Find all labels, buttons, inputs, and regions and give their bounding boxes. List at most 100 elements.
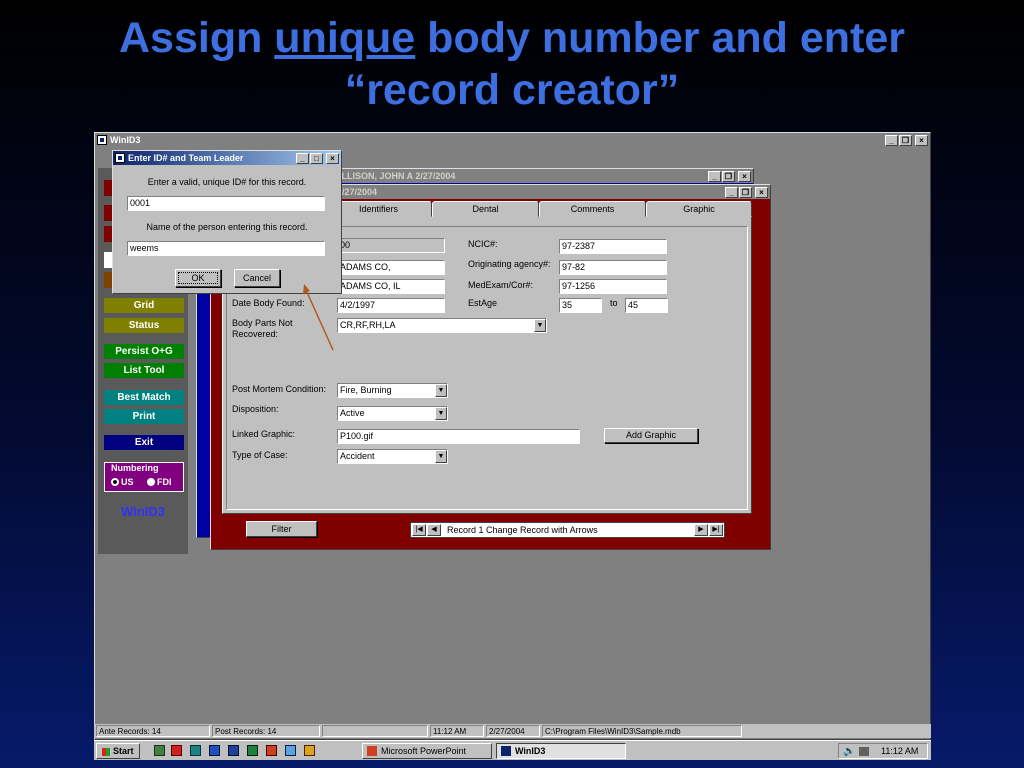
windows-logo-icon — [102, 747, 111, 756]
start-button[interactable]: Start — [96, 743, 140, 759]
ncic-label: NCIC#: — [468, 239, 498, 249]
post-records-status: Post Records: 14 — [212, 725, 320, 737]
grid-button[interactable]: Grid — [104, 298, 184, 313]
title-underlined: unique — [274, 14, 416, 62]
disposition-combo[interactable]: Active ▼ — [337, 406, 448, 421]
title-text: Assign — [118, 14, 275, 62]
dialog-minimize-button[interactable]: _ — [296, 152, 309, 164]
filter-button[interactable]: Filter — [246, 521, 317, 537]
orig-agency-label: Originating agency#: — [468, 259, 551, 269]
back-restore-button[interactable]: ❐ — [722, 170, 735, 182]
print-button[interactable]: Print — [104, 409, 184, 424]
type-of-case-combo[interactable]: Accident ▼ — [337, 449, 448, 464]
list-tool-button[interactable]: List Tool — [104, 363, 184, 378]
record-restore-button[interactable]: ❐ — [739, 186, 752, 198]
quick-launch-media-icon[interactable] — [304, 745, 315, 756]
estage-from-field[interactable]: 35 — [559, 298, 602, 313]
record-window-title: 2/27/2004 — [337, 187, 378, 197]
pm-condition-combo[interactable]: Fire, Burning ▼ — [337, 383, 448, 398]
name-field[interactable]: ADAMS CO, — [337, 260, 445, 275]
record-minimize-button[interactable]: _ — [725, 186, 738, 198]
best-match-button[interactable]: Best Match — [104, 390, 184, 405]
back-close-button[interactable]: × — [738, 170, 751, 182]
close-button[interactable]: × — [915, 134, 928, 146]
dropdown-arrow-icon[interactable]: ▼ — [435, 384, 447, 397]
dialog-titlebar: Enter ID# and Team Leader _ □ × — [113, 151, 341, 165]
linked-graphic-field[interactable]: P100.gif — [337, 429, 580, 444]
medexam-label: MedExam/Cor#: — [468, 280, 534, 290]
tray-clock: 11:12 AM — [881, 746, 919, 756]
last-record-icon[interactable]: ▶| — [709, 524, 723, 536]
slide-title: Assign unique body number and enter “rec… — [0, 12, 1024, 116]
dialog-name-input[interactable]: weems — [127, 241, 325, 256]
volume-icon[interactable]: 🔈 — [843, 746, 855, 757]
numbering-fdi-radio[interactable]: FDI — [147, 477, 172, 487]
status-bar: Ante Records: 14 Post Records: 14 11:12 … — [94, 724, 931, 738]
dialog-ok-button[interactable]: OK — [175, 269, 221, 287]
medexam-field[interactable]: 97-1256 — [559, 279, 667, 294]
date-body-found-field[interactable]: 4/2/1997 — [337, 298, 445, 313]
dialog-id-prompt: Enter a valid, unique ID# for this recor… — [147, 177, 307, 187]
body-parts-combo[interactable]: CR,RF,RH,LA ▼ — [337, 318, 547, 333]
path-status: C:\Program Files\WinID3\Sample.mdb — [542, 725, 742, 737]
nav-text: Record 1 Change Record with Arrows — [447, 525, 598, 535]
quick-launch-app-icon[interactable] — [285, 745, 296, 756]
next-record-icon[interactable]: ▶ — [694, 524, 708, 536]
pm-condition-value: Fire, Burning — [340, 385, 392, 395]
quick-launch-powerpoint-icon[interactable] — [266, 745, 277, 756]
quick-launch-word-icon[interactable] — [228, 745, 239, 756]
winid3-app-icon — [115, 153, 125, 163]
estage-label: EstAge — [468, 298, 498, 308]
orig-agency-field[interactable]: 97-82 — [559, 260, 667, 275]
tab-comments[interactable]: Comments — [539, 201, 646, 217]
system-tray: 🔈 11:12 AM — [838, 743, 928, 759]
dialog-id-input[interactable]: 0001 — [127, 196, 325, 211]
numbering-us-radio[interactable]: US — [111, 477, 134, 487]
minimize-button[interactable]: _ — [885, 134, 898, 146]
record-close-button[interactable]: × — [755, 186, 768, 198]
dialog-name-prompt: Name of the person entering this record. — [146, 222, 308, 232]
ante-records-status: Ante Records: 14 — [96, 725, 210, 737]
quick-launch-acrobat-icon[interactable] — [171, 745, 182, 756]
quick-launch-excel-icon[interactable] — [247, 745, 258, 756]
winid3-app-icon — [97, 135, 107, 145]
restore-button[interactable]: ❐ — [899, 134, 912, 146]
taskbar: Start Microsoft PowerPoint WinID3 🔈 11:1… — [94, 740, 931, 760]
exit-button[interactable]: Exit — [104, 435, 184, 450]
dropdown-arrow-icon[interactable]: ▼ — [435, 450, 447, 463]
task-powerpoint[interactable]: Microsoft PowerPoint — [362, 743, 492, 759]
ncic-field[interactable]: 97-2387 — [559, 239, 667, 254]
add-graphic-button[interactable]: Add Graphic — [604, 428, 698, 443]
task-powerpoint-label: Microsoft PowerPoint — [381, 746, 467, 756]
first-record-icon[interactable]: |◀ — [412, 524, 426, 536]
network-icon[interactable] — [859, 747, 869, 756]
title-line-2: “record creator” — [344, 66, 680, 114]
quick-launch-desktop-icon[interactable] — [154, 745, 165, 756]
dropdown-arrow-icon[interactable]: ▼ — [534, 319, 546, 332]
persist-og-button[interactable]: Persist O+G — [104, 344, 184, 359]
body-parts-label: Body Parts Not Recovered: — [232, 318, 293, 339]
empty-status-cell — [322, 725, 428, 737]
dialog-title: Enter ID# and Team Leader — [128, 153, 244, 163]
quick-launch-publisher-icon[interactable] — [190, 745, 201, 756]
status-button[interactable]: Status — [104, 318, 184, 333]
dialog-maximize-button[interactable]: □ — [310, 152, 323, 164]
record-id-field[interactable]: 00 — [337, 238, 445, 253]
task-winid3[interactable]: WinID3 — [496, 743, 626, 759]
record-navigator: |◀ ◀ Record 1 Change Record with Arrows … — [410, 522, 725, 538]
tab-graphic[interactable]: Graphic — [646, 201, 752, 217]
location-field[interactable]: ADAMS CO, IL — [337, 279, 445, 294]
radio-unselected-icon — [147, 478, 155, 486]
type-of-case-value: Accident — [340, 451, 375, 461]
estage-to-label: to — [610, 298, 618, 308]
pm-condition-label: Post Mortem Condition: — [232, 384, 327, 394]
tab-dental[interactable]: Dental — [432, 201, 539, 217]
dialog-close-button[interactable]: × — [326, 152, 339, 164]
dialog-cancel-button[interactable]: Cancel — [234, 269, 280, 287]
estage-to-field[interactable]: 45 — [625, 298, 668, 313]
back-minimize-button[interactable]: _ — [708, 170, 721, 182]
dropdown-arrow-icon[interactable]: ▼ — [435, 407, 447, 420]
quick-launch-ie-icon[interactable] — [209, 745, 220, 756]
prev-record-icon[interactable]: ◀ — [427, 524, 441, 536]
back-window-title: ALLISON, JOHN A 2/27/2004 — [335, 171, 456, 181]
